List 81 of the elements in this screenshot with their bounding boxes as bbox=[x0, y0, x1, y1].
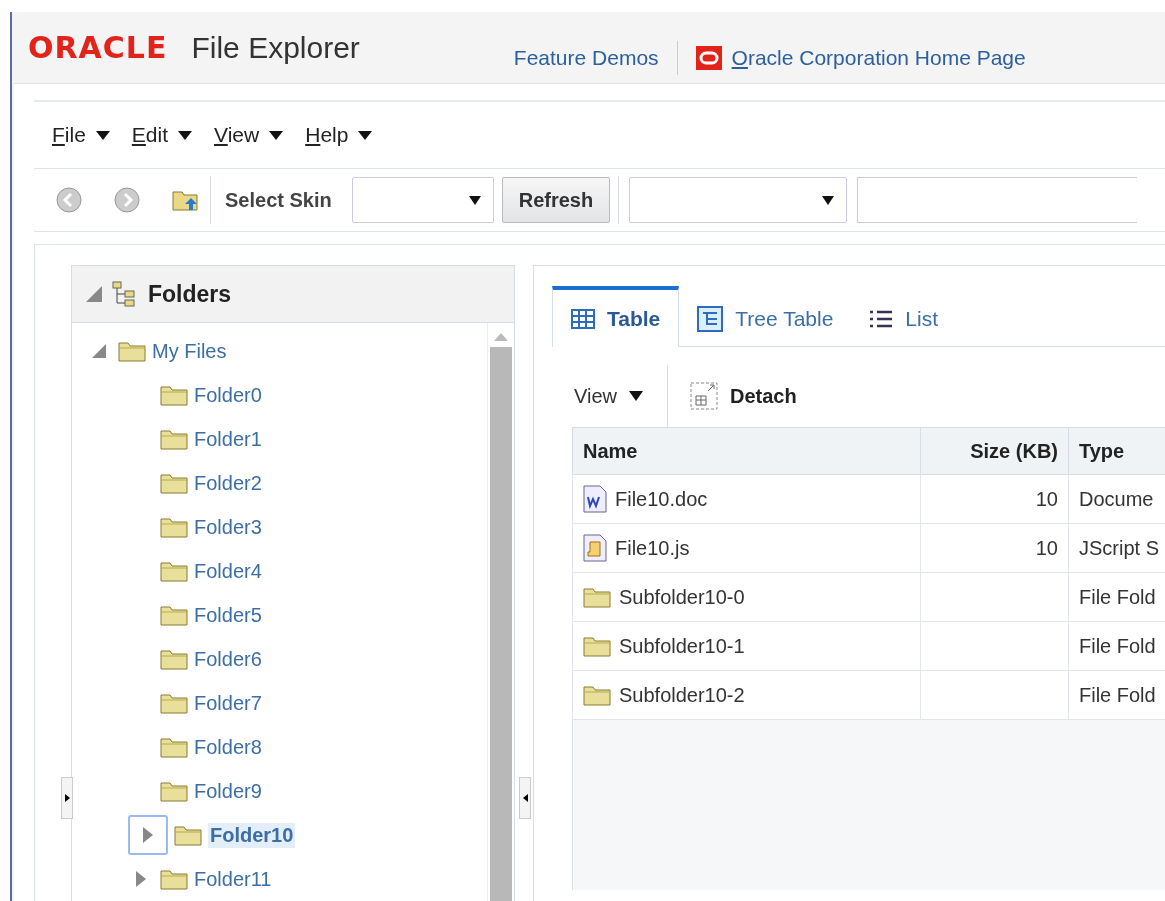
folder-icon bbox=[160, 868, 188, 890]
folder-icon bbox=[160, 384, 188, 406]
folder-icon bbox=[160, 560, 188, 582]
table-icon bbox=[571, 308, 595, 329]
panel-title: Folders bbox=[148, 280, 232, 308]
folder-icon bbox=[583, 635, 611, 657]
caret-icon bbox=[269, 130, 284, 140]
tree-table-icon bbox=[697, 305, 724, 332]
view-tab[interactable]: Table bbox=[552, 286, 680, 347]
column-header[interactable]: Name bbox=[572, 427, 921, 475]
folder-icon bbox=[160, 604, 188, 626]
folder-icon bbox=[118, 340, 146, 362]
menu-item[interactable]: Help bbox=[305, 123, 373, 147]
select-skin-label: Select Skin bbox=[225, 188, 332, 212]
tree-item[interactable]: Folder11 bbox=[194, 867, 272, 891]
file-name[interactable]: File10.js bbox=[615, 536, 690, 560]
script-file-icon bbox=[583, 534, 607, 562]
tree-item[interactable]: Folder7 bbox=[194, 691, 262, 715]
tree-item[interactable]: Folder0 bbox=[194, 383, 262, 407]
oracle-logo: ORACLE bbox=[28, 30, 168, 65]
file-name[interactable]: Subfolder10-0 bbox=[619, 585, 745, 609]
caret-icon bbox=[95, 130, 110, 140]
folder-icon bbox=[160, 516, 188, 538]
table-cell: 10 bbox=[920, 523, 1069, 573]
tree-item[interactable]: Folder1 bbox=[194, 427, 262, 451]
menu-item[interactable]: File bbox=[52, 123, 110, 147]
file-name[interactable]: Subfolder10-1 bbox=[619, 634, 745, 658]
dropdown-field[interactable] bbox=[629, 177, 848, 223]
splitter-handle[interactable] bbox=[519, 777, 531, 819]
table-cell: 10 bbox=[920, 474, 1069, 524]
menu-item[interactable]: View bbox=[214, 123, 284, 147]
tree-item[interactable]: Folder6 bbox=[194, 647, 262, 671]
file-name[interactable]: Subfolder10-2 bbox=[619, 683, 745, 707]
folder-icon bbox=[160, 780, 188, 802]
caret-icon bbox=[522, 794, 528, 802]
menu-item[interactable]: Edit bbox=[131, 123, 193, 147]
tree-item[interactable]: Folder3 bbox=[194, 515, 262, 539]
tree-item[interactable]: Folder5 bbox=[194, 603, 262, 627]
scroll-up-icon[interactable] bbox=[494, 333, 508, 341]
folder-icon bbox=[160, 692, 188, 714]
caret-icon bbox=[178, 130, 193, 140]
view-tab[interactable]: List bbox=[851, 286, 957, 347]
folder-up-icon[interactable] bbox=[172, 188, 200, 212]
column-header[interactable]: Type bbox=[1068, 427, 1165, 475]
tree-item[interactable]: Folder9 bbox=[194, 779, 262, 803]
hierarchy-icon bbox=[112, 281, 138, 307]
brand-icon bbox=[695, 45, 722, 70]
tree-item[interactable]: Folder8 bbox=[194, 735, 262, 759]
tree-item[interactable]: Folder10 bbox=[208, 822, 296, 848]
folder-icon bbox=[160, 428, 188, 450]
caret-icon bbox=[358, 130, 373, 140]
text-field[interactable] bbox=[857, 177, 1138, 223]
folder-icon bbox=[174, 824, 202, 846]
tree-item[interactable]: My Files bbox=[152, 339, 227, 363]
caret-icon bbox=[629, 391, 643, 401]
view-menu[interactable]: View bbox=[574, 384, 643, 408]
file-name[interactable]: File10.doc bbox=[615, 487, 708, 511]
list-icon bbox=[869, 309, 894, 328]
header-link[interactable]: Oracle Corporation Home Page bbox=[695, 45, 1026, 70]
caret-icon bbox=[64, 794, 70, 802]
detach-button[interactable]: Detach bbox=[690, 382, 797, 410]
tree-item[interactable]: Folder4 bbox=[194, 559, 262, 583]
tree-item[interactable]: Folder2 bbox=[194, 471, 262, 495]
caret-icon bbox=[822, 195, 835, 205]
folder-icon bbox=[160, 736, 188, 758]
detach-icon bbox=[690, 382, 718, 410]
view-tab[interactable]: Tree Table bbox=[679, 286, 852, 347]
header-link[interactable]: Feature Demos bbox=[513, 45, 659, 70]
folder-icon bbox=[583, 586, 611, 608]
caret-icon bbox=[468, 195, 481, 205]
folder-icon bbox=[160, 648, 188, 670]
splitter-handle[interactable] bbox=[61, 777, 73, 819]
refresh-button[interactable]: Refresh bbox=[501, 177, 611, 223]
folder-icon bbox=[160, 472, 188, 494]
document-icon bbox=[583, 485, 607, 513]
expand-icon[interactable] bbox=[128, 815, 168, 855]
skin-dropdown[interactable] bbox=[351, 177, 494, 223]
folder-icon bbox=[583, 684, 611, 706]
app-title: File Explorer bbox=[191, 30, 360, 65]
column-header[interactable]: Size (KB) bbox=[920, 427, 1069, 475]
collapse-icon[interactable] bbox=[86, 286, 102, 302]
